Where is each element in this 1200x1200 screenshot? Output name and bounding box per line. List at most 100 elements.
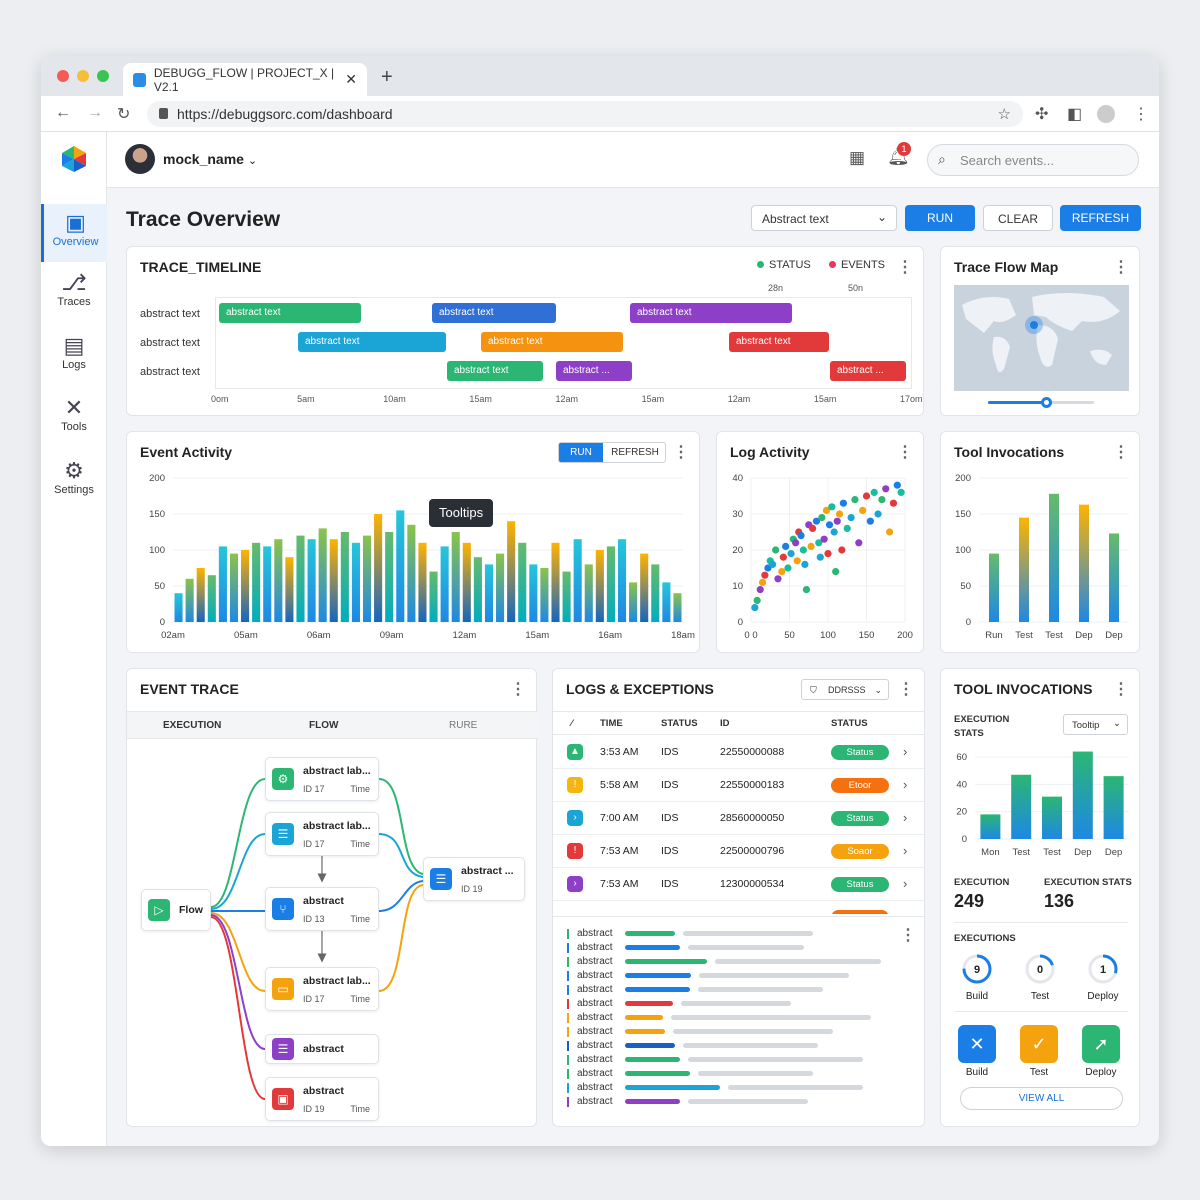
sidebar-item-traces[interactable]: ⎇ Traces xyxy=(41,270,107,328)
chevron-right-icon[interactable]: › xyxy=(903,810,907,825)
table-row[interactable]: › 7:53 AM IDS 12300000534 Status › xyxy=(553,868,924,901)
x-tick-label: Test xyxy=(1045,630,1063,641)
more-icon[interactable]: ⋮ xyxy=(898,679,914,699)
maximize-window-button[interactable] xyxy=(97,70,109,82)
bar xyxy=(229,553,239,622)
sidebar-item-settings[interactable]: ⚙ Settings xyxy=(41,458,107,516)
lock-icon xyxy=(159,108,168,119)
world-map[interactable] xyxy=(954,285,1129,391)
search-input[interactable]: ⌕ Search events... xyxy=(927,144,1139,176)
timeline-bar[interactable]: abstract text xyxy=(729,332,829,352)
avatar[interactable] xyxy=(125,144,155,174)
timeline-bar[interactable]: abstract text xyxy=(219,303,361,323)
flow-node[interactable]: ⚙ abstract lab... ID 17 Time xyxy=(265,757,379,801)
more-icon[interactable]: ⋮ xyxy=(673,442,689,462)
bar xyxy=(362,535,372,622)
timeline-bar[interactable]: abstract ... xyxy=(556,361,632,381)
timeline-bar[interactable]: abstract ... xyxy=(830,361,906,381)
timeline-bar[interactable]: abstract text xyxy=(481,332,623,352)
deploy-icon[interactable]: ➚ xyxy=(1082,1025,1120,1063)
user-menu[interactable]: mock_name ⌄ xyxy=(163,151,257,167)
forward-icon[interactable]: → xyxy=(87,104,103,122)
more-icon[interactable]: ⋮ xyxy=(1113,442,1129,462)
x-tick-label: 18am xyxy=(671,630,695,641)
chevron-right-icon[interactable]: › xyxy=(903,876,907,891)
refresh-toggle-button[interactable]: REFRESH xyxy=(603,443,665,462)
more-icon[interactable]: ⋮ xyxy=(900,925,916,945)
table-row[interactable]: ▲ 3:53 AM IDS 22550000088 Status › xyxy=(553,736,924,769)
timeline-bar[interactable]: abstract text xyxy=(447,361,543,381)
clear-button[interactable]: CLEAR xyxy=(983,205,1053,231)
timeline-bar[interactable]: abstract text xyxy=(432,303,556,323)
ring-label: Deploy xyxy=(1087,991,1119,1002)
legend-events: EVENTS xyxy=(829,259,885,271)
log-line-bar xyxy=(625,1057,680,1062)
scatter-point xyxy=(756,586,764,594)
url-field[interactable]: https://debuggsorc.com/dashboard ☆ xyxy=(147,101,1023,127)
log-line-label: abstract xyxy=(577,1068,613,1079)
bar xyxy=(207,575,216,622)
log-line-bar xyxy=(688,1057,863,1062)
more-icon[interactable]: ⋮ xyxy=(1113,679,1129,699)
view-all-button[interactable]: VIEW ALL xyxy=(960,1087,1123,1110)
timeline-bar[interactable]: abstract text xyxy=(630,303,792,323)
log-line-bar xyxy=(688,1099,808,1104)
refresh-button[interactable]: REFRESH xyxy=(1060,205,1141,231)
log-line-bar xyxy=(683,1043,818,1048)
test-icon[interactable]: ✓ xyxy=(1020,1025,1058,1063)
sort-icon[interactable]: ⁄ xyxy=(571,718,573,729)
log-stream: ⋮ abstract abstract abstract abstract abstra… xyxy=(553,916,924,1126)
flow-node[interactable]: ▭ abstract lab... ID 17 Time xyxy=(265,967,379,1011)
reload-icon[interactable]: ↻ xyxy=(117,104,130,124)
timeline-bar[interactable]: abstract text xyxy=(298,332,446,352)
logs-exceptions-card: LOGS & EXCEPTIONS ⛉ DDRSSS ⌄ ⋮ ⁄ TIME STAT… xyxy=(552,668,925,1127)
close-window-button[interactable] xyxy=(57,70,69,82)
scatter-point xyxy=(802,586,811,594)
table-row[interactable] xyxy=(553,901,924,914)
flow-node[interactable]: ▣ abstract ID 19 Time xyxy=(265,1077,379,1121)
build-icon[interactable]: ✕ xyxy=(958,1025,996,1063)
more-icon[interactable]: ⋮ xyxy=(1113,257,1129,277)
y-tick-label: 20 xyxy=(956,807,967,818)
back-icon[interactable]: ← xyxy=(55,104,71,122)
bar xyxy=(573,539,582,622)
logs-filter-select[interactable]: ⛉ DDRSSS ⌄ xyxy=(801,679,889,700)
filter-select[interactable]: Abstract text ⌄ xyxy=(751,205,897,231)
run-toggle-button[interactable]: RUN xyxy=(559,443,603,462)
flow-node[interactable]: ☰ abstract lab... ID 17 Time xyxy=(265,812,379,856)
minimize-window-button[interactable] xyxy=(77,70,89,82)
flow-node[interactable]: ☰ abstract xyxy=(265,1034,379,1064)
more-icon[interactable]: ⋮ xyxy=(897,442,913,462)
divider xyxy=(954,1011,1128,1012)
calendar-icon[interactable]: ▦ xyxy=(849,148,865,168)
chevron-right-icon[interactable]: › xyxy=(903,777,907,792)
scatter-point xyxy=(866,517,874,525)
browser-tab[interactable]: DEBUGG_FLOW | PROJECT_X | V2.1 ✕ xyxy=(123,63,367,96)
extensions-icon[interactable]: ✣ xyxy=(1035,104,1048,124)
sidepanel-icon[interactable]: ◧ xyxy=(1067,104,1082,124)
flow-node-start[interactable]: ▷ Flow xyxy=(141,889,211,931)
new-tab-icon[interactable]: + xyxy=(381,66,393,89)
chevron-right-icon[interactable]: › xyxy=(903,843,907,858)
page-title: Trace Overview xyxy=(126,208,281,231)
chevron-right-icon[interactable]: › xyxy=(903,744,907,759)
close-tab-icon[interactable]: ✕ xyxy=(345,71,357,88)
more-icon[interactable]: ⋮ xyxy=(897,257,913,277)
sidebar-item-overview[interactable]: ▣ Overview xyxy=(41,204,107,262)
table-row[interactable]: ! 7:53 AM IDS 22500000796 Soaor › xyxy=(553,835,924,868)
tooltip-select[interactable]: Tooltip ⌄ xyxy=(1063,714,1128,735)
sidebar-item-logs[interactable]: ▤ Logs xyxy=(41,333,107,391)
zoom-slider-handle[interactable] xyxy=(1041,397,1053,408)
bar xyxy=(407,524,416,622)
bar xyxy=(274,539,283,622)
run-button[interactable]: RUN xyxy=(905,205,975,231)
table-row[interactable]: › 7:00 AM IDS 28560000050 Status › xyxy=(553,802,924,835)
bar xyxy=(196,568,205,622)
bookmark-star-icon[interactable]: ☆ xyxy=(998,105,1011,123)
flow-node-end[interactable]: ☰ abstract ... ID 19 xyxy=(423,857,525,901)
sidebar-item-tools[interactable]: ✕ Tools xyxy=(41,395,107,453)
profile-icon[interactable] xyxy=(1097,105,1115,123)
table-row[interactable]: ! 5:58 AM IDS 22550000183 Etoor › xyxy=(553,769,924,802)
browser-menu-icon[interactable]: ⋮ xyxy=(1133,104,1149,124)
flow-node[interactable]: ⑂ abstract ID 13 Time xyxy=(265,887,379,931)
